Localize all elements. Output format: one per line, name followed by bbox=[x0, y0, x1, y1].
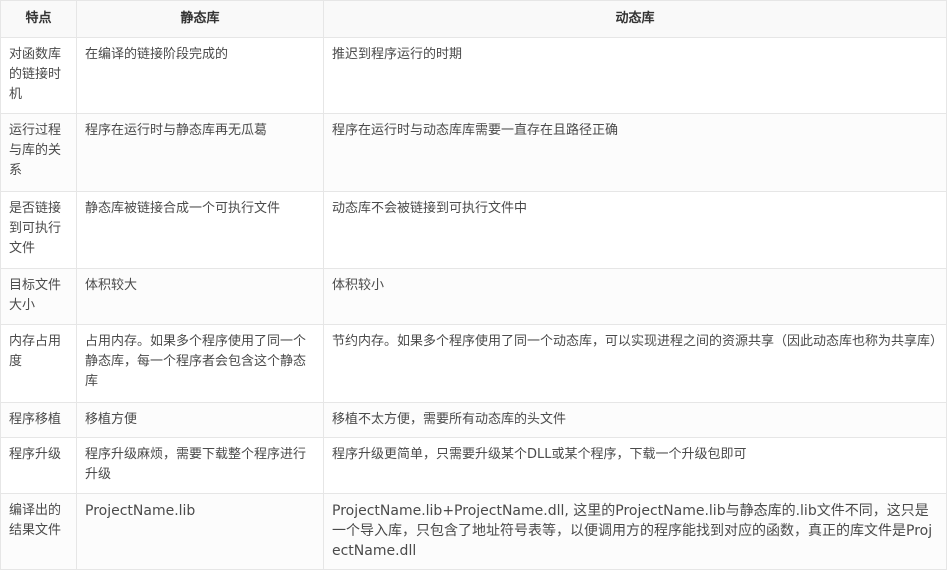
table-row: 编译出的结果文件 ProjectName.lib ProjectName.lib… bbox=[0, 493, 947, 570]
static-cell: 移植方便 bbox=[76, 402, 324, 438]
header-static-library: 静态库 bbox=[76, 0, 324, 38]
feature-cell: 目标文件大小 bbox=[0, 268, 77, 325]
feature-cell: 程序升级 bbox=[0, 437, 77, 494]
feature-cell: 运行过程与库的关系 bbox=[0, 113, 77, 192]
dynamic-cell: 节约内存。如果多个程序使用了同一个动态库，可以实现进程之间的资源共享（因此动态库… bbox=[323, 324, 947, 403]
feature-cell: 内存占用度 bbox=[0, 324, 77, 403]
table-row: 是否链接到可执行文件 静态库被链接合成一个可执行文件 动态库不会被链接到可执行文… bbox=[0, 191, 947, 269]
dynamic-cell: 推迟到程序运行的时期 bbox=[323, 37, 947, 114]
static-cell: 静态库被链接合成一个可执行文件 bbox=[76, 191, 324, 269]
header-dynamic-library: 动态库 bbox=[323, 0, 947, 38]
dynamic-cell: 程序升级更简单，只需要升级某个DLL或某个程序，下载一个升级包即可 bbox=[323, 437, 947, 494]
static-cell: 体积较大 bbox=[76, 268, 324, 325]
static-cell: 程序在运行时与静态库再无瓜葛 bbox=[76, 113, 324, 192]
table-row: 对函数库的链接时机 在编译的链接阶段完成的 推迟到程序运行的时期 bbox=[0, 37, 947, 114]
dynamic-cell: 程序在运行时与动态库库需要一直存在且路径正确 bbox=[323, 113, 947, 192]
feature-cell: 对函数库的链接时机 bbox=[0, 37, 77, 114]
static-cell: 在编译的链接阶段完成的 bbox=[76, 37, 324, 114]
feature-cell: 程序移植 bbox=[0, 402, 77, 438]
dynamic-cell: ProjectName.lib+ProjectName.dll, 这里的Proj… bbox=[323, 493, 947, 570]
static-cell: ProjectName.lib bbox=[76, 493, 324, 570]
feature-cell: 编译出的结果文件 bbox=[0, 493, 77, 570]
table-row: 目标文件大小 体积较大 体积较小 bbox=[0, 268, 947, 325]
table-row: 程序移植 移植方便 移植不太方便，需要所有动态库的头文件 bbox=[0, 402, 947, 438]
feature-cell: 是否链接到可执行文件 bbox=[0, 191, 77, 269]
dynamic-cell: 体积较小 bbox=[323, 268, 947, 325]
static-cell: 程序升级麻烦，需要下载整个程序进行升级 bbox=[76, 437, 324, 494]
header-feature: 特点 bbox=[0, 0, 77, 38]
table-header-row: 特点 静态库 动态库 bbox=[0, 0, 947, 38]
dynamic-cell: 移植不太方便，需要所有动态库的头文件 bbox=[323, 402, 947, 438]
dynamic-cell: 动态库不会被链接到可执行文件中 bbox=[323, 191, 947, 269]
static-cell: 占用内存。如果多个程序使用了同一个静态库，每一个程序者会包含这个静态库 bbox=[76, 324, 324, 403]
table-row: 程序升级 程序升级麻烦，需要下载整个程序进行升级 程序升级更简单，只需要升级某个… bbox=[0, 437, 947, 494]
table-row: 运行过程与库的关系 程序在运行时与静态库再无瓜葛 程序在运行时与动态库库需要一直… bbox=[0, 113, 947, 192]
table-row: 内存占用度 占用内存。如果多个程序使用了同一个静态库，每一个程序者会包含这个静态… bbox=[0, 324, 947, 403]
comparison-table: 特点 静态库 动态库 对函数库的链接时机 在编译的链接阶段完成的 推迟到程序运行… bbox=[0, 0, 947, 570]
